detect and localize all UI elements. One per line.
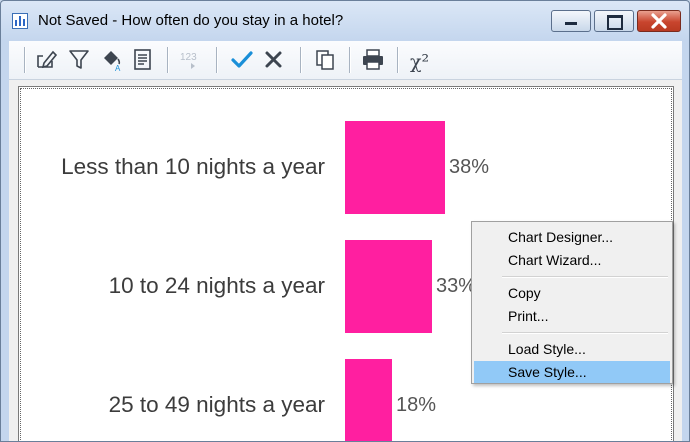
menu-item-chart-wizard[interactable]: Chart Wizard... [474,249,670,271]
svg-text:123: 123 [180,52,197,63]
edit-icon [37,50,58,69]
cross-icon [265,51,282,68]
category-label: 25 to 49 nights a year [108,392,325,417]
fill-color-icon: A [104,51,121,73]
category-label: 10 to 24 nights a year [108,273,325,298]
copy-icon [316,50,334,70]
bar[interactable] [345,121,445,214]
print-icon [363,49,383,70]
reject-button[interactable] [261,47,287,73]
menu-separator [502,276,668,278]
check-icon [231,51,253,68]
print-button[interactable] [360,47,386,73]
toolbar-separator [24,47,26,73]
number-format-icon: 123 [180,52,197,69]
number-format-button[interactable]: 123 [179,47,205,73]
menu-item-save-style[interactable]: Save Style... [474,361,670,383]
bar[interactable] [345,359,392,441]
chi-square-icon: χ² [410,51,429,73]
filter-icon [69,50,89,69]
context-menu: Chart Designer... Chart Wizard... Copy Prin… [471,221,673,384]
title-bar[interactable]: Not Saved - How often do you stay in a h… [1,1,689,41]
accept-button[interactable] [229,47,255,73]
svg-text:A: A [115,64,121,73]
category-label: Less than 10 nights a year [61,154,325,179]
value-label: 18% [396,394,437,416]
value-label: 38% [449,156,490,178]
maximize-icon [607,15,623,30]
svg-text:χ²: χ² [410,51,429,73]
document-button[interactable] [130,47,156,73]
minimize-icon [565,22,577,25]
toolbar-separator [167,47,169,73]
menu-item-print[interactable]: Print... [474,305,670,327]
close-button[interactable] [637,10,681,32]
edit-button[interactable] [34,47,60,73]
menu-separator [502,332,668,334]
toolbar-separator [216,47,218,73]
menu-item-load-style[interactable]: Load Style... [474,338,670,360]
window-title: Not Saved - How often do you stay in a h… [38,12,344,29]
minimize-button[interactable] [551,10,591,32]
menu-item-chart-designer[interactable]: Chart Designer... [474,226,670,248]
menu-item-copy[interactable]: Copy [474,282,670,304]
maximize-button[interactable] [594,10,634,32]
fill-color-button[interactable]: A [99,47,125,73]
toolbar-separator [397,47,399,73]
chi-square-button[interactable]: χ² [408,47,434,73]
close-icon [651,13,667,29]
bar[interactable] [345,240,432,333]
toolbar-separator [300,47,302,73]
document-icon [134,49,151,70]
toolbar: A 123 χ² [9,41,682,80]
copy-button[interactable] [312,47,338,73]
bar-chart-icon [12,13,28,29]
filter-button[interactable] [67,47,93,73]
toolbar-separator [349,47,351,73]
